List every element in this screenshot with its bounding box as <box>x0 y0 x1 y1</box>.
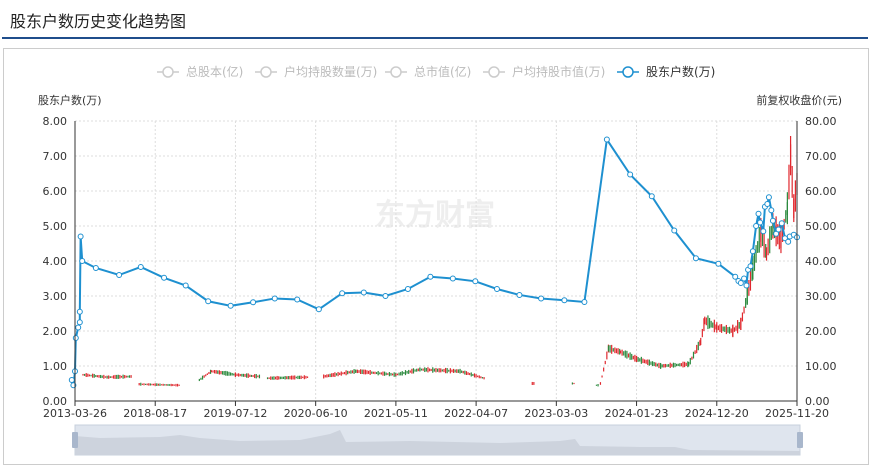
legend-circle-icon[interactable] <box>488 66 500 78</box>
y-right-tick-label: 80.00 <box>805 115 837 128</box>
data-point[interactable] <box>427 273 434 280</box>
y-tick-label: 4.00 <box>43 255 68 268</box>
data-point[interactable] <box>760 228 767 235</box>
data-point[interactable] <box>757 219 764 226</box>
data-point[interactable] <box>737 280 744 287</box>
data-point[interactable] <box>648 193 655 200</box>
data-point[interactable] <box>77 233 84 240</box>
y-right-tick-label: 30.00 <box>805 290 837 303</box>
legend-item[interactable]: 股东户数(万) <box>646 64 715 79</box>
chart: 东方财富 0.00 0.001.00 10.002.00 20.003.00 30.00… <box>38 64 842 456</box>
x-tick-label: 2024-12-20 <box>685 407 749 420</box>
data-point[interactable] <box>493 286 500 292</box>
data-point[interactable] <box>92 265 99 271</box>
data-point[interactable] <box>449 275 456 282</box>
data-point[interactable] <box>182 282 189 289</box>
data-point[interactable] <box>775 226 782 233</box>
data-point[interactable] <box>627 171 634 178</box>
data-point[interactable] <box>227 302 234 309</box>
data-point[interactable] <box>778 220 785 227</box>
legend-item[interactable]: 总股本(亿) <box>186 64 243 79</box>
data-point[interactable] <box>360 289 367 296</box>
data-point[interactable] <box>339 290 346 297</box>
shareholder-count-line <box>70 136 798 386</box>
data-point[interactable] <box>769 217 776 224</box>
datazoom-handle-right[interactable] <box>797 432 803 448</box>
data-point[interactable] <box>161 274 168 281</box>
y-right-tick-label: 50.00 <box>805 220 837 233</box>
data-point[interactable] <box>472 278 479 285</box>
y-tick-label: 2.00 <box>43 325 68 338</box>
data-point[interactable] <box>294 296 301 303</box>
x-tick-label: 2024-01-23 <box>605 407 669 420</box>
data-point[interactable] <box>75 324 82 331</box>
data-point[interactable] <box>747 263 754 270</box>
y-tick-label: 5.00 <box>43 220 68 233</box>
data-point[interactable] <box>72 335 79 341</box>
data-point[interactable] <box>561 297 568 304</box>
data-point[interactable] <box>205 298 212 305</box>
data-point[interactable] <box>250 299 257 306</box>
data-point[interactable] <box>765 194 772 201</box>
datazoom-handle-left[interactable] <box>72 432 78 448</box>
legend-circle-icon[interactable] <box>162 66 174 78</box>
x-tick-label: 2025-11-20 <box>765 407 829 420</box>
data-point[interactable] <box>76 308 83 315</box>
y-right-tick-label: 10.00 <box>805 360 837 373</box>
data-point[interactable] <box>79 258 86 264</box>
y-tick-label: 8.00 <box>43 115 68 128</box>
data-point[interactable] <box>692 255 699 262</box>
data-point[interactable] <box>785 238 792 245</box>
watermark-logo: 东方财富 <box>375 198 495 233</box>
data-point[interactable] <box>764 200 771 207</box>
data-point[interactable] <box>749 248 756 255</box>
data-point[interactable] <box>581 298 588 305</box>
legend-circle-icon[interactable] <box>390 66 402 78</box>
data-point[interactable] <box>404 286 411 292</box>
data-point[interactable] <box>768 207 775 214</box>
data-point[interactable] <box>137 263 144 270</box>
legend-item[interactable]: 户均持股数量(万) <box>284 64 377 79</box>
data-point[interactable] <box>315 306 322 313</box>
data-point[interactable] <box>755 210 762 217</box>
data-point[interactable] <box>68 377 75 383</box>
y-right-tick-label: 20.00 <box>805 325 837 338</box>
y-tick-label: 7.00 <box>43 150 68 163</box>
y-tick-label: 3.00 <box>43 290 68 303</box>
x-tick-label: 2013-03-26 <box>43 407 107 420</box>
data-point[interactable] <box>743 282 750 289</box>
y-right-tick-label: 40.00 <box>805 255 837 268</box>
x-tick-label: 2022-04-07 <box>444 407 508 420</box>
y-tick-label: 1.00 <box>43 360 68 373</box>
y-right-tick-label: 60.00 <box>805 185 837 198</box>
data-point[interactable] <box>538 295 545 302</box>
y-tick-label: 6.00 <box>43 185 68 198</box>
data-point[interactable] <box>76 319 83 326</box>
legend-item[interactable]: 总市值(亿) <box>414 64 471 79</box>
x-tick-label: 2021-05-11 <box>364 407 428 420</box>
x-tick-label: 2019-07-12 <box>203 407 267 420</box>
y-right-tick-label: 70.00 <box>805 150 837 163</box>
legend-item[interactable]: 户均持股市值(万) <box>512 64 605 79</box>
x-tick-label: 2023-03-03 <box>524 407 588 420</box>
data-point[interactable] <box>271 295 278 302</box>
data-point[interactable] <box>741 275 748 282</box>
y-right-axis-title: 前复权收盘价(元) <box>756 93 842 107</box>
data-point[interactable] <box>382 293 389 299</box>
y-axis-title: 股东户数(万) <box>38 93 102 107</box>
data-point[interactable] <box>603 136 610 143</box>
legend-circle-icon[interactable] <box>260 66 272 78</box>
data-point[interactable] <box>116 272 123 278</box>
data-point[interactable] <box>715 260 722 267</box>
x-tick-label: 2020-06-10 <box>284 407 348 420</box>
x-tick-label: 2018-08-17 <box>123 407 187 420</box>
data-point[interactable] <box>671 227 678 234</box>
data-point[interactable] <box>516 291 523 298</box>
legend-circle-icon[interactable] <box>622 66 634 78</box>
